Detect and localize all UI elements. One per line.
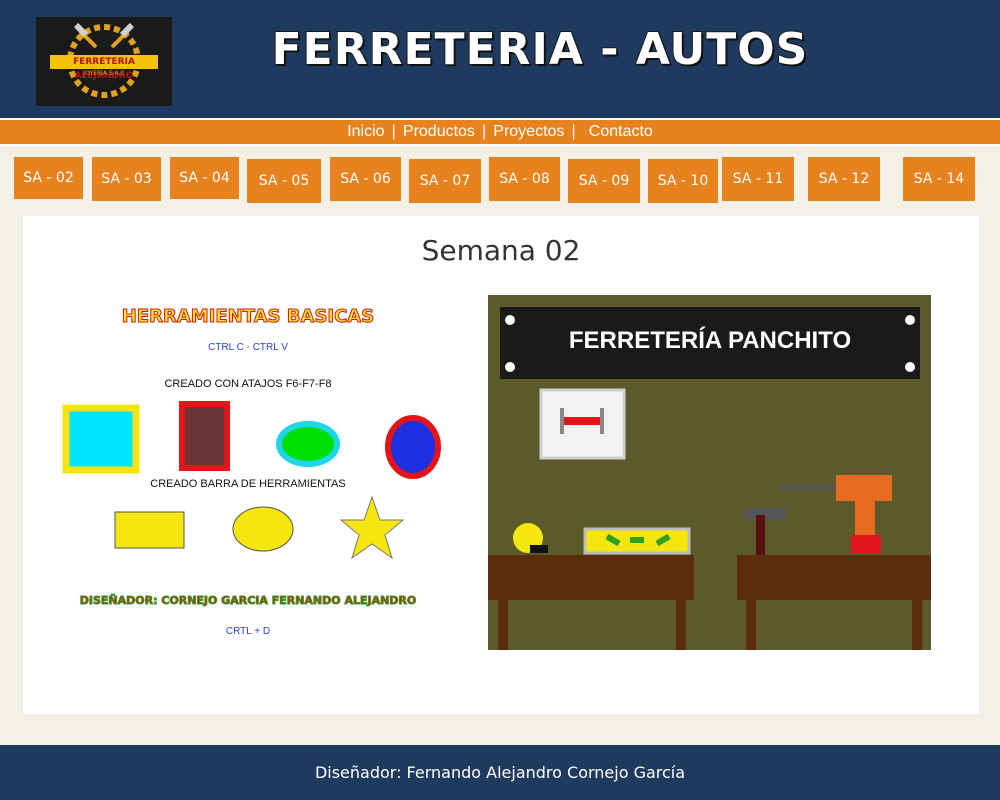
- hardware-store-illustration: FERRETERÍA PANCHITO: [488, 295, 931, 650]
- main-nav: Inicio | Productos | Proyectos | Contact…: [0, 118, 1000, 146]
- week-title: Semana 02: [421, 234, 581, 267]
- site-header: FERRETERIA ALEJANDRO JOYERIA S.A.C FERRE…: [0, 0, 1000, 118]
- star-shape: [339, 495, 405, 560]
- week-button-sa-02[interactable]: SA - 02: [14, 157, 83, 199]
- content-panel: Semana 02 HERRAMIENTAS BASICAS CTRL C - …: [23, 216, 979, 714]
- caption-toolbar: CREADO BARRA DE HERRAMIENTAS: [150, 478, 346, 490]
- shortcut-label-duplicate: CRTL + D: [225, 626, 271, 637]
- yellow-rectangle-shape: [114, 511, 185, 549]
- nav-link-contacto[interactable]: Contacto: [589, 123, 653, 140]
- footer-credit: Diseñador: Fernando Alejandro Cornejo Ga…: [314, 763, 686, 782]
- week-button-sa-07[interactable]: SA - 07: [409, 159, 481, 203]
- week-button-sa-04[interactable]: SA - 04: [170, 157, 239, 199]
- nav-separator: |: [482, 123, 487, 140]
- store-sign-text: FERRETERÍA PANCHITO: [568, 327, 852, 354]
- yellow-ellipse-shape: [232, 506, 294, 552]
- left-table-top: [488, 555, 694, 600]
- week-button-sa-10[interactable]: SA - 10: [648, 159, 718, 203]
- nav-separator: |: [391, 123, 396, 140]
- shapes-exercise-image: HERRAMIENTAS BASICAS CTRL C - CTRL V CRE…: [53, 296, 453, 656]
- nav-link-inicio[interactable]: Inicio: [347, 123, 384, 140]
- logo-subtext: JOYERIA S.A.C: [83, 70, 125, 77]
- week-button-sa-05[interactable]: SA - 05: [247, 159, 321, 203]
- week-button-sa-09[interactable]: SA - 09: [568, 159, 640, 203]
- week-button-sa-08[interactable]: SA - 08: [489, 157, 560, 201]
- week-button-sa-06[interactable]: SA - 06: [330, 157, 401, 201]
- nav-link-proyectos[interactable]: Proyectos: [493, 123, 564, 140]
- nav-separator: |: [571, 123, 576, 140]
- drill-body: [836, 475, 892, 501]
- week-button-sa-14[interactable]: SA - 14: [903, 157, 975, 201]
- blue-ellipse-shape: [385, 415, 441, 479]
- logo-text: FERRETERIA ALEJANDRO: [50, 55, 158, 81]
- site-footer: Diseñador: Fernando Alejandro Cornejo Ga…: [0, 745, 1000, 800]
- designer-credit-banner: DISEÑADOR: CORNEJO GARCIA FERNANDO ALEJA…: [79, 594, 417, 608]
- square-shape: [62, 404, 140, 474]
- logo[interactable]: FERRETERIA ALEJANDRO JOYERIA S.A.C: [36, 17, 172, 106]
- rectangle-shape: [179, 401, 230, 471]
- nav-link-productos[interactable]: Productos: [403, 123, 475, 140]
- week-button-sa-03[interactable]: SA - 03: [92, 157, 161, 201]
- site-title: FERRETERIA - AUTOS: [271, 23, 809, 76]
- green-ellipse-shape: [276, 421, 340, 467]
- week-button-sa-11[interactable]: SA - 11: [722, 157, 794, 201]
- week-button-sa-12[interactable]: SA - 12: [808, 157, 880, 201]
- right-table-top: [737, 555, 931, 600]
